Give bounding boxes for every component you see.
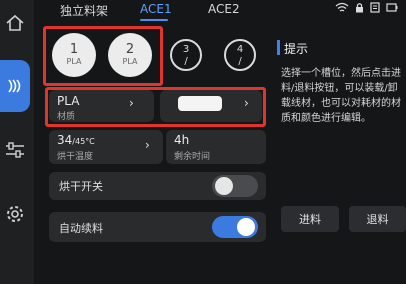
gear-icon xyxy=(7,206,23,222)
home-icon xyxy=(6,14,24,31)
tip-accent-bar xyxy=(277,40,280,55)
remaining-time-value: 4h xyxy=(174,133,190,147)
home-nav-item[interactable] xyxy=(0,8,30,38)
auto-refill-row: 自动续料 xyxy=(49,212,266,242)
sliders-icon xyxy=(6,142,24,158)
active-tab-indicator xyxy=(140,19,168,21)
tip-title: 提示 xyxy=(284,42,309,56)
auto-refill-label: 自动续料 xyxy=(59,222,103,235)
tools-nav-item[interactable] xyxy=(0,136,30,164)
drying-switch-label: 烘干开关 xyxy=(59,180,103,193)
toggle-knob xyxy=(237,218,255,236)
battery-icon xyxy=(386,3,398,12)
filament-icon xyxy=(8,79,21,93)
slot-material: / xyxy=(184,56,188,67)
filament-nav-icon-wrap xyxy=(0,72,30,100)
drying-switch-toggle[interactable] xyxy=(212,175,258,197)
settings-nav-item[interactable] xyxy=(0,200,30,228)
tab-independent-rack[interactable]: 独立料架 xyxy=(60,2,108,19)
slot-number: 3 xyxy=(182,44,190,55)
slot-material: / xyxy=(238,56,242,67)
slot-3[interactable]: 3 / xyxy=(170,39,202,71)
remaining-time-card: 4h 剩余时间 xyxy=(166,130,266,164)
toggle-knob xyxy=(215,177,233,195)
remaining-time-label: 剩余时间 xyxy=(174,152,211,162)
drying-temp-value: 34/45°C xyxy=(57,133,95,147)
lock-icon xyxy=(356,3,363,13)
material-highlight-box xyxy=(45,87,266,127)
chevron-right-icon: › xyxy=(145,138,150,152)
side-nav xyxy=(0,0,34,284)
auto-refill-toggle[interactable] xyxy=(212,216,258,238)
drying-temp-label: 烘干温度 xyxy=(57,152,94,162)
tab-ace1[interactable]: ACE1 xyxy=(140,2,172,16)
drying-temp-card[interactable]: 34/45°C 烘干温度 › xyxy=(49,130,163,164)
unload-button[interactable]: 退料 xyxy=(349,206,406,232)
slot-highlight-box xyxy=(43,26,163,86)
tab-ace2[interactable]: ACE2 xyxy=(208,2,240,16)
drying-switch-row: 烘干开关 xyxy=(49,172,266,200)
status-bar xyxy=(335,2,398,13)
slot-number: 4 xyxy=(236,44,244,55)
tip-body: 选择一个槽位，然后点击进料/退料按钮，可以装载/卸载线材，也可以对耗材的材质和颜… xyxy=(281,68,401,124)
slot-4[interactable]: 4 / xyxy=(224,39,256,71)
load-button[interactable]: 进料 xyxy=(281,206,339,232)
wifi-icon xyxy=(335,2,349,12)
print-job-icon xyxy=(370,2,380,13)
